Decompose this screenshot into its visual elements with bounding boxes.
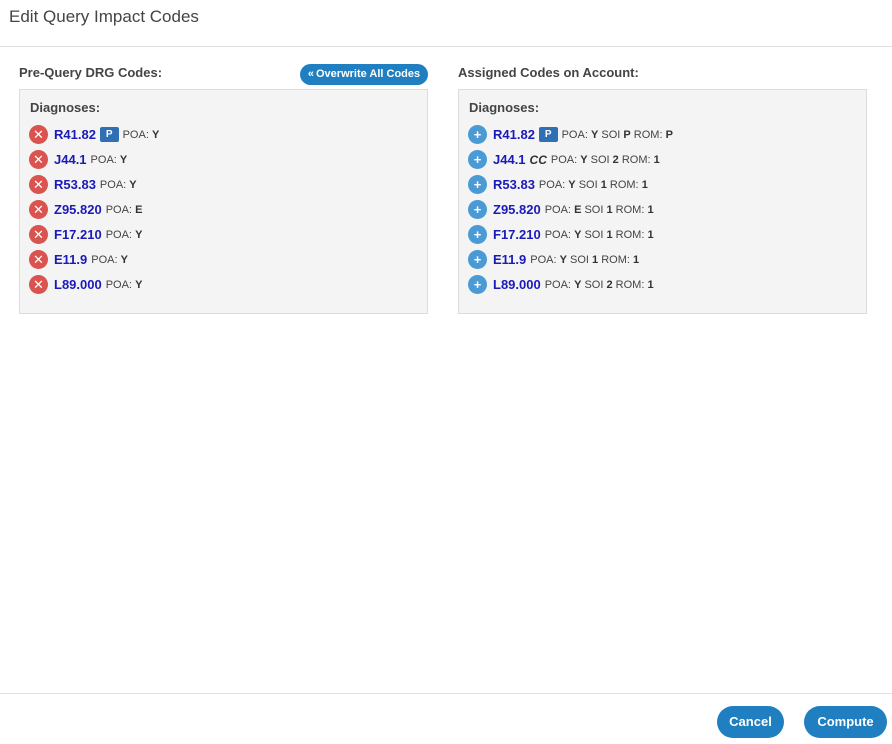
diagnosis-code[interactable]: R53.83 xyxy=(493,177,535,192)
diagnosis-code[interactable]: R41.82 xyxy=(493,127,535,142)
code-info: POA: Y SOI 1 ROM: 1 xyxy=(538,178,648,191)
add-circle-icon[interactable]: + xyxy=(468,275,487,294)
add-circle-icon[interactable]: + xyxy=(468,200,487,219)
code-info: POA: Y SOI P ROM: P xyxy=(561,128,673,141)
principal-badge: P xyxy=(538,127,558,142)
list-item: + L89.000 POA: Y SOI 2 ROM: 1 xyxy=(468,272,673,297)
code-info: POA: Y SOI 1 ROM: 1 xyxy=(544,228,654,241)
assigned-codes-panel: Diagnoses: + R41.82 P POA: Y SOI P ROM: … xyxy=(458,89,867,314)
pre-query-title: Pre-Query DRG Codes: xyxy=(19,65,163,80)
list-item: + Z95.820 POA: E SOI 1 ROM: 1 xyxy=(468,197,673,222)
remove-circle-icon[interactable]: ✕ xyxy=(29,175,48,194)
poa-info: POA: Y xyxy=(90,153,128,166)
diagnosis-code[interactable]: Z95.820 xyxy=(54,202,102,217)
compute-button[interactable]: Compute xyxy=(804,706,887,738)
list-item: ✕ F17.210 POA: Y xyxy=(29,222,159,247)
dialog-header: Edit Query Impact Codes xyxy=(0,0,892,47)
poa-info: POA: Y xyxy=(99,178,137,191)
diagnosis-code[interactable]: Z95.820 xyxy=(493,202,541,217)
diagnosis-code[interactable]: F17.210 xyxy=(54,227,102,242)
list-item: + F17.210 POA: Y SOI 1 ROM: 1 xyxy=(468,222,673,247)
remove-circle-icon[interactable]: ✕ xyxy=(29,200,48,219)
remove-circle-icon[interactable]: ✕ xyxy=(29,150,48,169)
list-item: + E11.9 POA: Y SOI 1 ROM: 1 xyxy=(468,247,673,272)
list-item: + R53.83 POA: Y SOI 1 ROM: 1 xyxy=(468,172,673,197)
add-circle-icon[interactable]: + xyxy=(468,125,487,144)
remove-circle-icon[interactable]: ✕ xyxy=(29,225,48,244)
diagnosis-code[interactable]: E11.9 xyxy=(54,252,87,267)
add-circle-icon[interactable]: + xyxy=(468,250,487,269)
cancel-button[interactable]: Cancel xyxy=(717,706,784,738)
diagnosis-code[interactable]: R53.83 xyxy=(54,177,96,192)
list-item: ✕ R53.83 POA: Y xyxy=(29,172,159,197)
remove-circle-icon[interactable]: ✕ xyxy=(29,275,48,294)
overwrite-all-codes-button[interactable]: «Overwrite All Codes xyxy=(300,64,428,85)
remove-circle-icon[interactable]: ✕ xyxy=(29,250,48,269)
assigned-codes-title: Assigned Codes on Account: xyxy=(458,65,639,80)
dialog-title: Edit Query Impact Codes xyxy=(9,7,199,26)
list-item: ✕ E11.9 POA: Y xyxy=(29,247,159,272)
code-info: POA: Y SOI 2 ROM: 1 xyxy=(544,278,654,291)
add-circle-icon[interactable]: + xyxy=(468,175,487,194)
list-item: ✕ L89.000 POA: Y xyxy=(29,272,159,297)
list-item: ✕ J44.1 POA: Y xyxy=(29,147,159,172)
code-info: POA: E SOI 1 ROM: 1 xyxy=(544,203,654,216)
diagnosis-code[interactable]: L89.000 xyxy=(54,277,102,292)
diagnoses-label: Diagnoses: xyxy=(30,100,101,115)
diagnoses-label: Diagnoses: xyxy=(469,100,540,115)
diagnosis-code[interactable]: E11.9 xyxy=(493,252,526,267)
list-item: + R41.82 P POA: Y SOI P ROM: P xyxy=(468,122,673,147)
list-item: + J44.1 CC POA: Y SOI 2 ROM: 1 xyxy=(468,147,673,172)
code-info: POA: Y SOI 1 ROM: 1 xyxy=(530,253,640,266)
diagnosis-code[interactable]: R41.82 xyxy=(54,127,96,142)
add-circle-icon[interactable]: + xyxy=(468,150,487,169)
assigned-diagnosis-list: + R41.82 P POA: Y SOI P ROM: P + J44.1 C… xyxy=(468,122,673,297)
cc-flag: CC xyxy=(529,152,547,167)
list-item: ✕ R41.82 P POA: Y xyxy=(29,122,159,147)
pre-query-diagnosis-list: ✕ R41.82 P POA: Y ✕ J44.1 POA: Y ✕ R53.8… xyxy=(29,122,159,297)
poa-info: POA: Y xyxy=(105,228,143,241)
remove-circle-icon[interactable]: ✕ xyxy=(29,125,48,144)
code-info: POA: Y SOI 2 ROM: 1 xyxy=(550,153,660,166)
overwrite-label: Overwrite All Codes xyxy=(316,68,421,80)
diagnosis-code[interactable]: J44.1 xyxy=(493,152,526,167)
poa-info: POA: E xyxy=(105,203,143,216)
poa-info: POA: Y xyxy=(122,128,160,141)
diagnosis-code[interactable]: F17.210 xyxy=(493,227,541,242)
diagnosis-code[interactable]: L89.000 xyxy=(493,277,541,292)
list-item: ✕ Z95.820 POA: E xyxy=(29,197,159,222)
double-chevron-left-icon: « xyxy=(307,68,314,80)
principal-badge: P xyxy=(99,127,119,142)
poa-info: POA: Y xyxy=(105,278,143,291)
diagnosis-code[interactable]: J44.1 xyxy=(54,152,87,167)
poa-info: POA: Y xyxy=(91,253,128,266)
add-circle-icon[interactable]: + xyxy=(468,225,487,244)
pre-query-panel: Diagnoses: ✕ R41.82 P POA: Y ✕ J44.1 POA… xyxy=(19,89,428,314)
